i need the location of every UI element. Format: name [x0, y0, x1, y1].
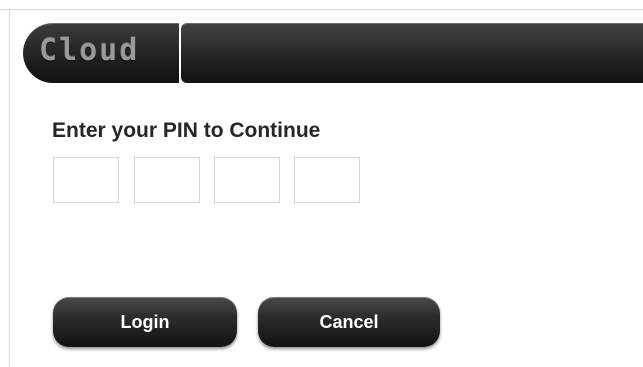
header-strip — [181, 23, 643, 83]
pin-digit-1[interactable] — [53, 157, 119, 203]
pin-prompt: Enter your PIN to Continue — [52, 119, 321, 142]
cancel-button[interactable]: Cancel — [258, 297, 440, 347]
pin-digit-2[interactable] — [134, 157, 200, 203]
logo-text: Cloud — [39, 33, 140, 68]
login-page: Cloud Enter your PIN to Continue Login C… — [0, 0, 643, 367]
left-divider — [9, 10, 10, 367]
logo: Cloud — [23, 23, 179, 83]
header-bar: Cloud — [23, 23, 643, 83]
login-button[interactable]: Login — [53, 297, 237, 347]
pin-digit-3[interactable] — [214, 157, 280, 203]
pin-digit-4[interactable] — [294, 157, 360, 203]
top-divider — [0, 9, 643, 10]
